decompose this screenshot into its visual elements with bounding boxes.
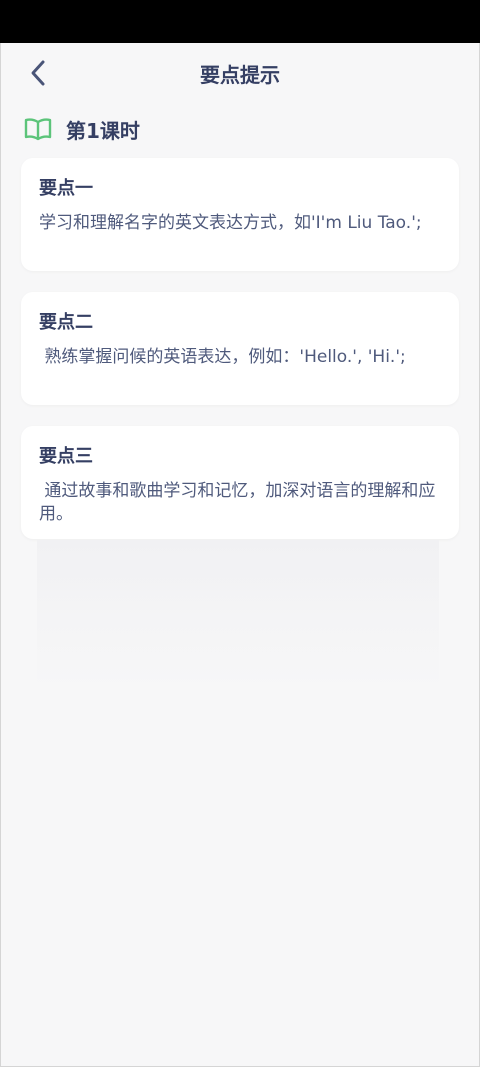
key-point-body: 学习和理解名字的英文表达方式，如'I'm Liu Tao.'; xyxy=(39,213,422,233)
page-title: 要点提示 xyxy=(200,63,280,87)
key-point-card-3: 要点三 通过故事和歌曲学习和记忆，加深对语言的理解和应用。 xyxy=(21,426,459,539)
key-point-title: 要点三 xyxy=(39,446,93,467)
content-fade xyxy=(37,540,439,690)
key-point-title: 要点一 xyxy=(39,178,93,199)
lesson-heading: 第1课时 xyxy=(24,114,140,144)
key-point-card-2: 要点二 熟练掌握问候的英语表达，例如：'Hello.', 'Hi.'; xyxy=(21,292,459,405)
key-point-card-1: 要点一 学习和理解名字的英文表达方式，如'I'm Liu Tao.'; xyxy=(21,158,459,271)
open-book-icon xyxy=(24,115,52,143)
lesson-title: 第1课时 xyxy=(66,118,140,143)
key-point-body: 熟练掌握问候的英语表达，例如：'Hello.', 'Hi.'; xyxy=(39,347,406,367)
status-bar xyxy=(0,0,480,43)
key-point-title: 要点二 xyxy=(39,312,93,333)
key-point-body: 通过故事和歌曲学习和记忆，加深对语言的理解和应用。 xyxy=(39,481,436,524)
nav-bar: 要点提示 xyxy=(0,43,480,103)
